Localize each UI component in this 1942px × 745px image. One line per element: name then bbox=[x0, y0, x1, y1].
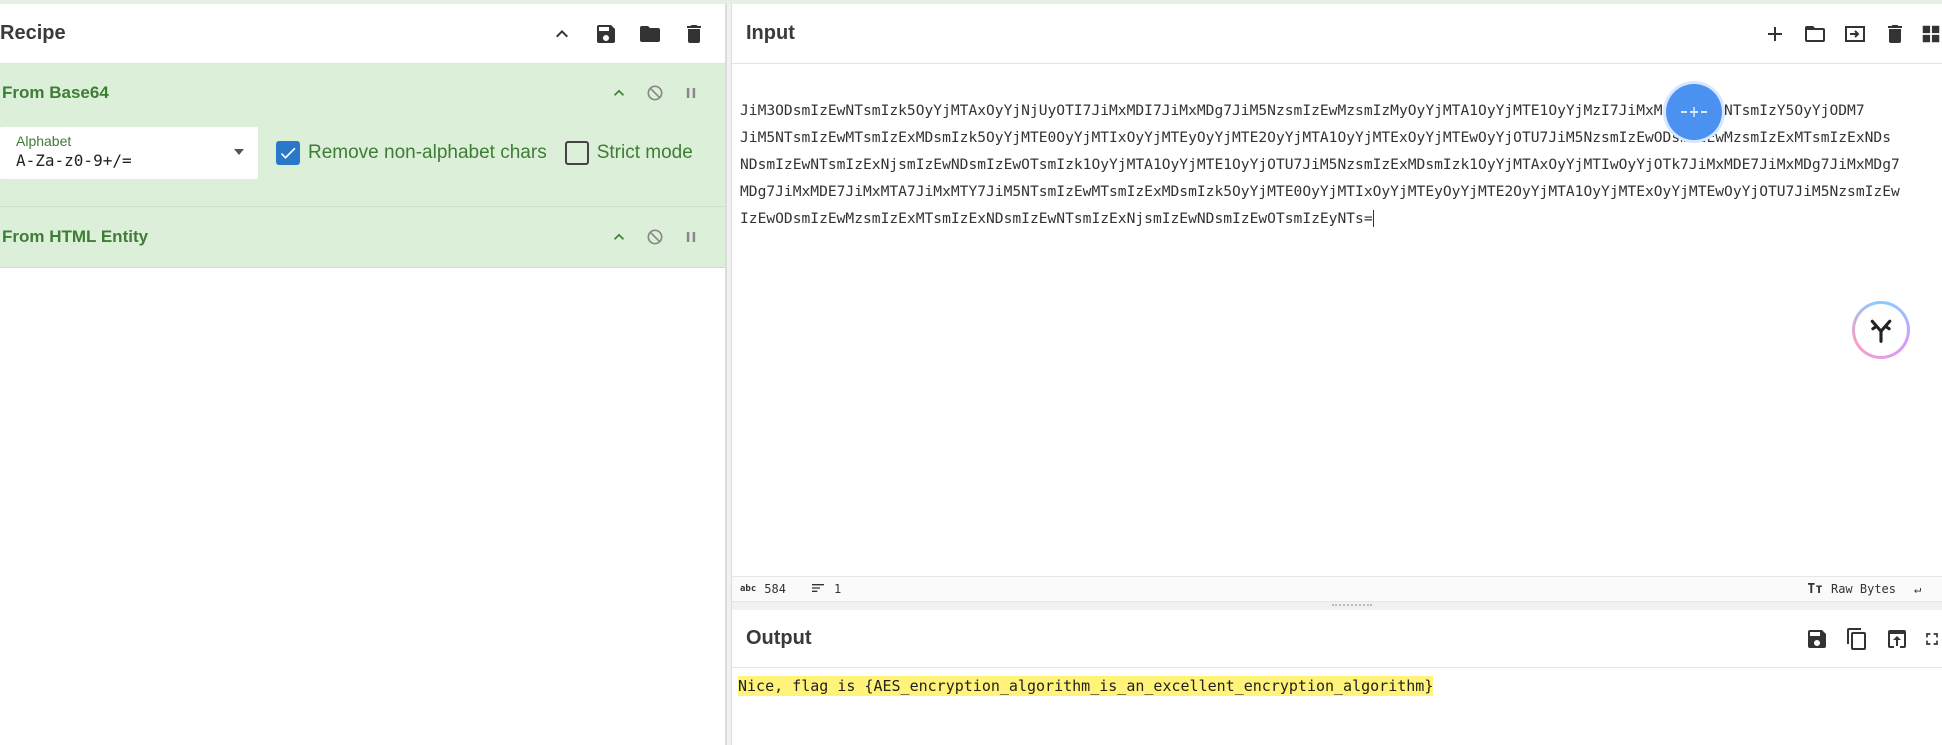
input-header: Input bbox=[732, 4, 1942, 64]
clear-input-trash-icon[interactable] bbox=[1880, 19, 1910, 49]
open-file-input-icon[interactable] bbox=[1840, 19, 1870, 49]
output-title: Output bbox=[746, 627, 812, 649]
checkbox-unchecked-icon[interactable] bbox=[564, 141, 589, 165]
open-folder-icon[interactable] bbox=[1800, 19, 1830, 49]
breakpoint-pause-icon[interactable] bbox=[679, 225, 703, 249]
replace-input-with-output-icon[interactable] bbox=[1882, 624, 1912, 654]
input-lines-value: 1 bbox=[833, 582, 842, 596]
alphabet-label: Alphabet bbox=[16, 133, 72, 149]
encoding-selector[interactable]: Tт Raw Bytes bbox=[1807, 582, 1896, 597]
save-recipe-icon[interactable] bbox=[591, 19, 621, 49]
operation-from-base64: From Base64 Alphabet A-Za-z0-9+/= Remove… bbox=[0, 64, 725, 207]
output-header: Output bbox=[732, 610, 1942, 668]
remove-non-alphabet-checkbox[interactable]: Remove non-alphabet chars bbox=[276, 141, 547, 165]
copy-output-icon[interactable] bbox=[1842, 624, 1872, 654]
collapse-operation-icon[interactable] bbox=[607, 225, 631, 249]
remove-non-alphabet-label: Remove non-alphabet chars bbox=[308, 142, 547, 163]
y-logo-icon bbox=[1870, 319, 1892, 343]
input-line: IzEwODsmIzEwMzsmIzExMTsmIzExNDsmIzEwNTsm… bbox=[740, 210, 1373, 227]
clear-recipe-trash-icon[interactable] bbox=[679, 19, 709, 49]
input-line: NDsmIzEwNTsmIzExNjsmIzEwNDsmIzEwOTsmIzk1… bbox=[740, 156, 1900, 173]
recipe-header: Recipe bbox=[0, 4, 725, 64]
dropdown-caret-icon bbox=[234, 149, 244, 155]
operation-title: From HTML Entity bbox=[2, 227, 149, 246]
recipe-panel: Recipe From Base64 Alphabet A-Za-z0-9+/=… bbox=[0, 4, 726, 745]
input-status-bar: abc 584 1 Tт Raw Bytes ↵ bbox=[732, 576, 1942, 602]
input-line: JiM5NTsmIzEwMTsmIzExMDsmIzk5OyYjMTE0OyYj… bbox=[740, 129, 1891, 146]
length-abc-icon: abc bbox=[740, 584, 757, 594]
input-lines-stat: 1 bbox=[810, 580, 841, 599]
operation-title: From Base64 bbox=[2, 83, 109, 102]
load-recipe-folder-icon[interactable] bbox=[635, 19, 665, 49]
text-format-icon: Tт bbox=[1807, 581, 1823, 597]
operation-from-html-entity: From HTML Entity bbox=[0, 207, 725, 268]
recipe-title: Recipe bbox=[0, 22, 66, 44]
disable-operation-icon[interactable] bbox=[643, 225, 667, 249]
io-panel: Input JiM3ODsmIzEwNTsmIzk5OyYjMTAxOyYjNj… bbox=[732, 4, 1942, 745]
save-output-icon[interactable] bbox=[1802, 624, 1832, 654]
eol-selector[interactable]: ↵ bbox=[1914, 582, 1934, 596]
input-textarea[interactable]: JiM3ODsmIzEwNTsmIzk5OyYjMTAxOyYjNjUyOTI7… bbox=[732, 64, 1942, 576]
dashes-icon bbox=[1681, 107, 1707, 117]
strict-mode-checkbox[interactable]: Strict mode bbox=[564, 141, 693, 165]
input-length-stat: abc 584 bbox=[740, 582, 786, 596]
breakpoint-pause-icon[interactable] bbox=[679, 81, 703, 105]
add-input-tab-plus-icon[interactable] bbox=[1760, 19, 1790, 49]
reset-layout-grid-icon[interactable] bbox=[1920, 19, 1942, 49]
input-title: Input bbox=[746, 22, 795, 44]
line-ending-return-icon: ↵ bbox=[1914, 582, 1922, 596]
lines-icon bbox=[810, 580, 826, 599]
collapse-all-icon[interactable] bbox=[547, 19, 577, 49]
alphabet-value: A-Za-z0-9+/= bbox=[16, 151, 132, 170]
output-text: Nice, flag is {AES_encryption_algorithm_… bbox=[738, 676, 1434, 696]
collapse-operation-icon[interactable] bbox=[607, 81, 631, 105]
floating-assistant-bubble[interactable] bbox=[1666, 84, 1722, 140]
checkbox-checked-icon[interactable] bbox=[276, 141, 300, 165]
strict-mode-label: Strict mode bbox=[596, 142, 693, 163]
maximize-output-icon[interactable] bbox=[1922, 624, 1942, 654]
extension-badge[interactable] bbox=[1852, 301, 1910, 359]
input-length-value: 584 bbox=[764, 582, 786, 596]
alphabet-select[interactable]: Alphabet A-Za-z0-9+/= bbox=[0, 127, 258, 179]
io-resize-handle[interactable] bbox=[732, 602, 1942, 610]
input-line: MDg7JiMxMDE7JiMxMTA7JiMxMTY7JiM5NTsmIzEw… bbox=[740, 183, 1900, 200]
disable-operation-icon[interactable] bbox=[643, 81, 667, 105]
encoding-label: Raw Bytes bbox=[1830, 582, 1896, 596]
output-area[interactable]: Nice, flag is {AES_encryption_algorithm_… bbox=[732, 668, 1942, 704]
